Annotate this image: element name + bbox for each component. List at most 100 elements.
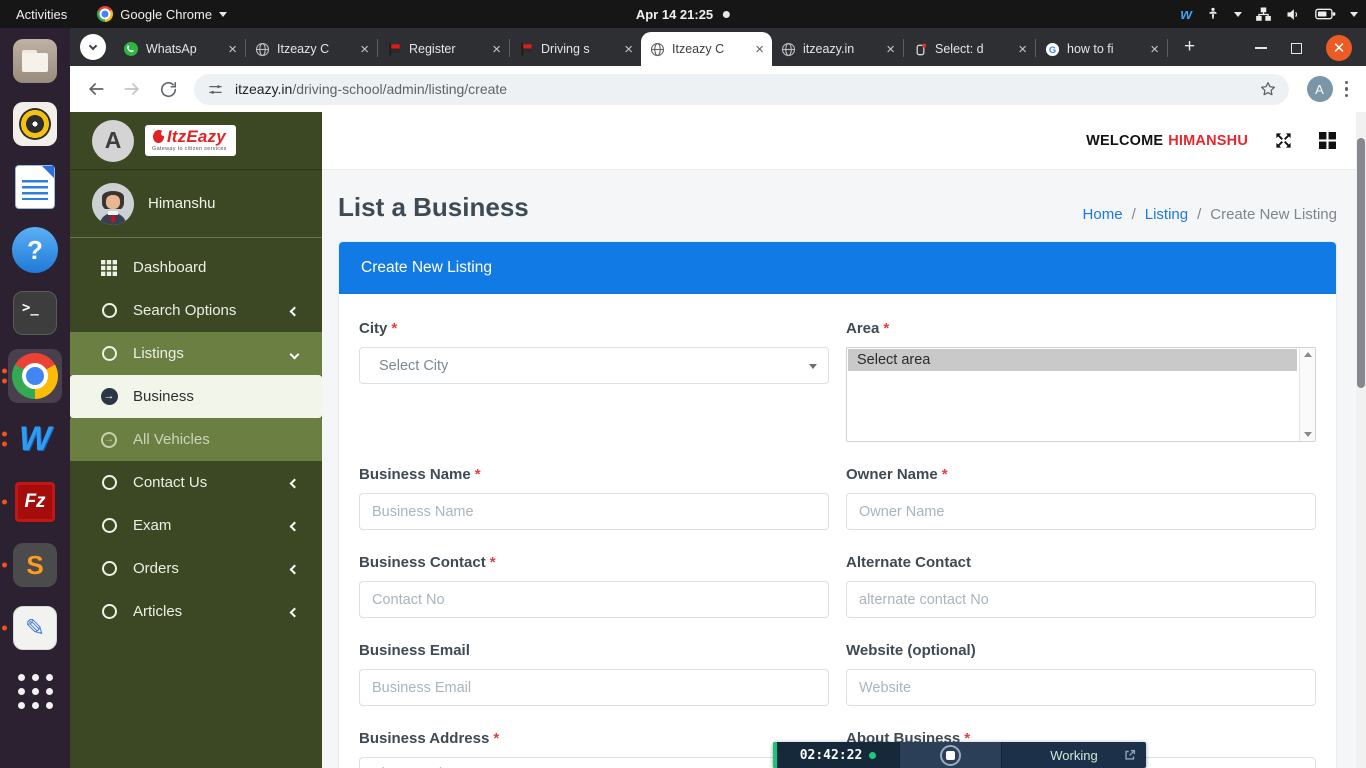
accessibility-icon[interactable] [1205,6,1221,22]
card-header: Create New Listing [339,242,1336,294]
dock-filezilla-button[interactable]: Fz [8,475,62,529]
whatsapp-tray-icon[interactable]: w [1180,6,1192,23]
dock-terminal-button[interactable]: >_ [8,286,62,340]
dock-app-grid-button[interactable] [8,664,62,718]
close-icon[interactable]: × [754,42,765,57]
breadcrumb-home-link[interactable]: Home [1083,206,1123,223]
listbox-scrollbar[interactable] [1299,348,1315,441]
dock-rhythmbox-button[interactable] [8,97,62,151]
clock[interactable]: Apr 14 21:25 [636,7,730,22]
site-settings-icon[interactable] [207,81,224,98]
url-text[interactable]: itzeazy.in/driving-school/admin/listing/… [235,81,1248,97]
volume-icon[interactable] [1285,6,1302,23]
app-menu-label: Google Chrome [120,7,212,22]
tab-itzeazy-1[interactable]: Itzeazy C × [246,32,377,66]
address-bar[interactable]: itzeazy.in/driving-school/admin/listing/… [194,74,1289,105]
apps-grid-icon[interactable] [1319,132,1336,149]
close-icon[interactable]: × [1149,42,1160,57]
browser-menu-button[interactable] [1343,81,1357,98]
dock-sublime-button[interactable]: S [8,538,62,592]
business-name-input[interactable] [359,493,829,530]
dock-help-button[interactable]: ? [8,223,62,277]
dock-whatsapp-button[interactable]: W [8,412,62,466]
website-input[interactable] [846,669,1316,706]
back-button[interactable] [82,75,110,103]
tab-driving[interactable]: Driving s × [510,32,641,66]
status-section: Working [1001,742,1146,768]
scrollbar-thumb[interactable] [1357,138,1365,388]
sidebar-item-articles[interactable]: Articles [70,590,322,633]
close-icon[interactable]: × [359,42,370,57]
timer-running-dot-icon [869,752,876,759]
close-icon[interactable]: × [885,42,896,57]
sidebar-item-search-options[interactable]: Search Options [70,289,322,332]
scroll-down-icon[interactable] [1304,432,1312,437]
business-email-input[interactable] [359,669,829,706]
dock-files-button[interactable] [8,34,62,88]
bookmark-star-icon[interactable] [1259,80,1277,98]
new-tab-button[interactable]: + [1178,36,1201,58]
card-body: City* Select City Area* Select area [339,294,1336,768]
sidebar-item-contact-us[interactable]: Contact Us [70,461,322,504]
tab-search-button[interactable] [80,34,106,60]
business-contact-input[interactable] [359,581,829,618]
breadcrumb-listing-link[interactable]: Listing [1145,206,1188,223]
profile-avatar[interactable]: A [1307,76,1333,102]
tab-itzeazy-active[interactable]: Itzeazy C × [641,32,772,66]
system-tray[interactable]: w [1180,0,1358,28]
tab-register[interactable]: Register × [378,32,509,66]
brand-glyph-icon [153,130,164,143]
scroll-up-icon[interactable] [1304,352,1312,357]
area-label: Area* [846,320,1316,337]
sidebar-item-label: Dashboard [133,259,206,276]
app-menu[interactable]: Google Chrome [97,6,227,22]
circle-icon [100,346,118,361]
area-listbox[interactable]: Select area [846,347,1316,442]
close-icon[interactable]: × [1017,42,1028,57]
business-address-textarea[interactable] [359,757,829,768]
reload-button[interactable] [154,75,182,103]
area-option[interactable]: Select area [848,349,1297,371]
field-business-name: Business Name* [359,450,829,538]
sidebar-item-exam[interactable]: Exam [70,504,322,547]
tab-howto[interactable]: G how to fi × [1036,32,1167,66]
network-icon[interactable] [1255,6,1272,23]
battery-icon[interactable] [1315,7,1337,21]
fullscreen-icon[interactable] [1274,131,1293,150]
close-icon[interactable]: × [227,42,238,57]
city-select[interactable]: Select City [359,347,829,384]
tab-select[interactable]: Select: d × [904,32,1035,66]
text-editor-icon: ✎ [13,606,57,650]
external-link-icon[interactable] [1123,748,1137,762]
tab-whatsapp[interactable]: WhatsAp × [114,32,245,66]
owner-name-input[interactable] [846,493,1316,530]
sidebar-item-all-vehicles[interactable]: → All Vehicles [70,418,322,461]
sidebar-item-listings[interactable]: Listings [70,332,322,375]
sidebar-item-business[interactable]: → Business [70,375,322,418]
sidebar-item-orders[interactable]: Orders [70,547,322,590]
close-icon[interactable]: × [491,42,502,57]
breadcrumb-separator: / [1132,206,1136,223]
alternate-contact-input[interactable] [846,581,1316,618]
minimize-button[interactable] [1255,47,1267,49]
stop-button[interactable] [940,745,961,766]
restore-button[interactable] [1291,43,1302,54]
dock-chrome-button[interactable] [8,349,62,403]
browser-toolbar: itzeazy.in/driving-school/admin/listing/… [70,66,1366,112]
brand-logo[interactable]: ItzEazy Gateway to citizen services [145,125,236,156]
system-top-bar: Activities Google Chrome Apr 14 21:25 w [0,0,1366,28]
timer-value: 02:42:22 [800,748,863,763]
tab-itzeazy-in[interactable]: itzeazy.in × [772,32,903,66]
page-scrollbar[interactable] [1356,112,1366,768]
google-favicon-icon: G [1045,42,1060,57]
chrome-icon [97,6,113,22]
dock-texteditor-button[interactable]: ✎ [8,601,62,655]
window-close-button[interactable]: ✕ [1326,35,1352,61]
welcome-name: HIMANSHU [1168,133,1248,149]
dock-writer-button[interactable] [8,160,62,214]
activities-button[interactable]: Activities [16,7,67,22]
forward-button[interactable] [118,75,146,103]
app-sidebar: A ItzEazy Gateway to citizen services Hi… [70,112,322,768]
sidebar-item-dashboard[interactable]: Dashboard [70,246,322,289]
close-icon[interactable]: × [623,42,634,57]
